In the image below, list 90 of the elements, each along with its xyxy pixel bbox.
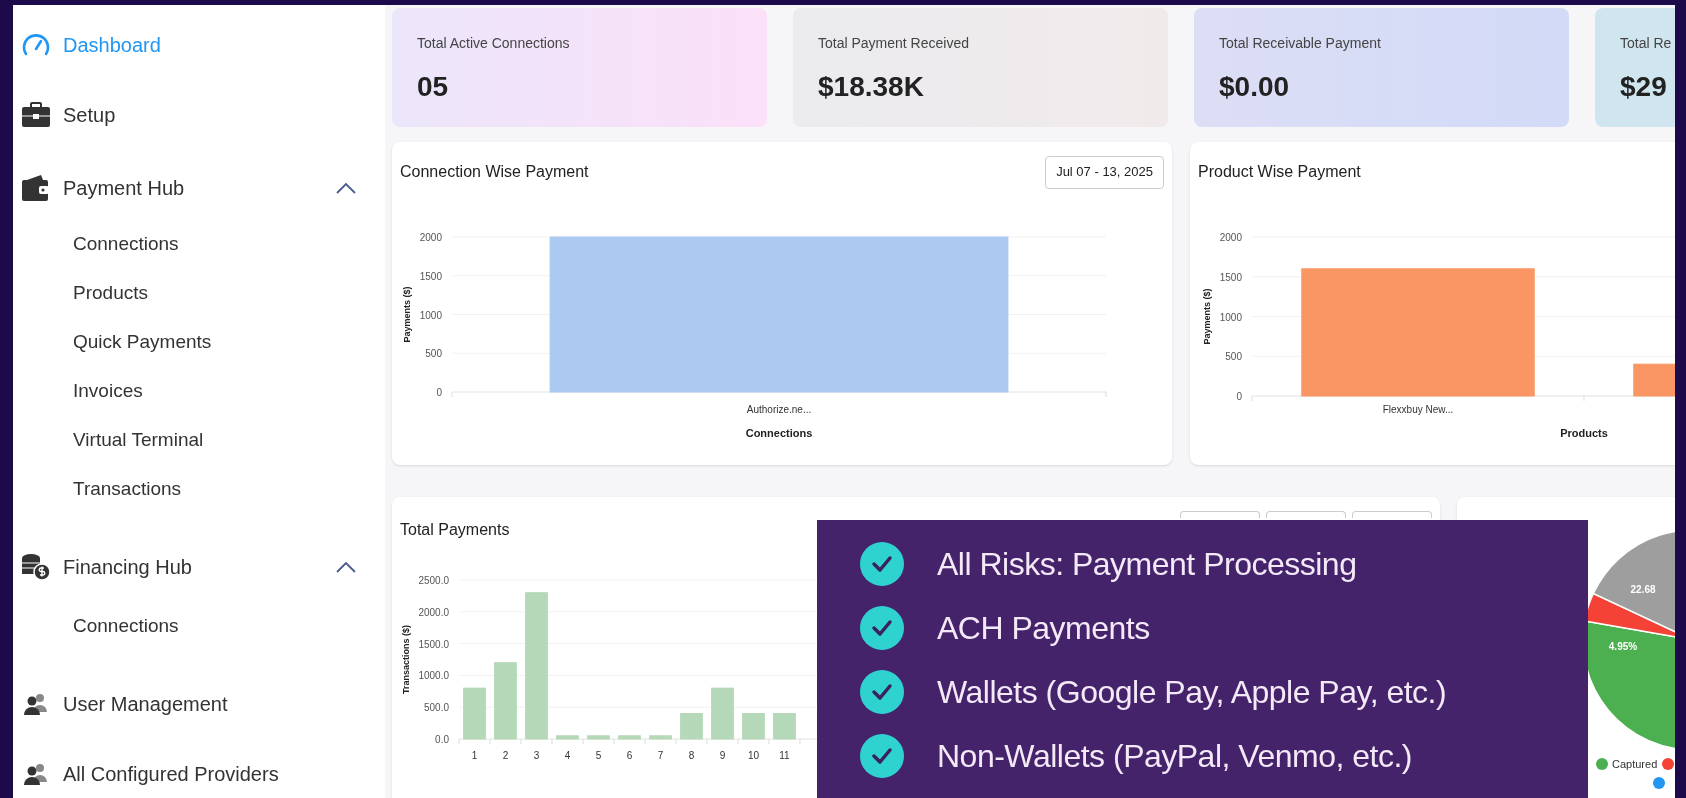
check-circle-icon <box>860 542 904 586</box>
stat-label: Total Payment Received <box>818 34 970 53</box>
axis-title: Payments ($) <box>1202 288 1212 345</box>
bar <box>773 713 796 740</box>
filter-button[interactable] <box>1266 511 1346 518</box>
axis-tick-label: 1000 <box>1219 311 1242 323</box>
card-title: Product Wise Payment <box>1198 162 1361 182</box>
category-label: 7 <box>657 750 664 761</box>
category-label: 9 <box>719 750 726 761</box>
axis-tick-label: 2000.0 <box>418 606 449 618</box>
bar <box>742 713 765 740</box>
stat-value: $29 <box>1620 70 1668 104</box>
category-label: 8 <box>688 750 695 761</box>
chevron-up-icon[interactable] <box>336 561 356 573</box>
filter-button[interactable] <box>1180 511 1260 518</box>
bar <box>618 735 641 740</box>
stat-label: Total Re <box>1620 34 1673 53</box>
bar <box>649 735 672 740</box>
wallet-icon <box>21 174 51 202</box>
coins-icon <box>21 553 51 581</box>
feature-text: Non-Wallets (PayPal, Venmo, etc.) <box>937 737 1412 776</box>
axis-title: Products <box>1560 427 1608 439</box>
bar <box>463 687 486 740</box>
bar <box>587 735 610 740</box>
sidebar-item[interactable]: User Management <box>63 689 228 719</box>
axis-tick-label: 1000 <box>419 309 442 321</box>
sidebar-subitem[interactable]: Transactions <box>73 472 361 507</box>
category-label: Flexxbuy New... <box>1382 404 1454 415</box>
feature-text: All Risks: Payment Processing <box>937 545 1357 584</box>
category-label: 10 <box>747 750 760 761</box>
slice-label: 22.68 <box>1630 584 1656 595</box>
category-label: 3 <box>533 750 540 761</box>
legend-label: Captured <box>1612 758 1658 770</box>
slice-label: 4.95% <box>1608 641 1638 652</box>
stat-label: Total Active Connections <box>417 34 571 53</box>
legend-dot <box>1653 777 1665 789</box>
legend-dot <box>1662 758 1674 770</box>
axis-tick-label: 500 <box>425 348 442 360</box>
axis-tick-label: 2000 <box>1219 232 1242 243</box>
axis-title: Payments ($) <box>402 286 412 343</box>
sidebar-item[interactable]: Setup <box>63 100 116 130</box>
bar <box>680 713 703 740</box>
sidebar-subitem[interactable]: Virtual Terminal <box>73 423 361 458</box>
axis-tick-label: 500 <box>1225 351 1242 363</box>
axis-tick-label: 1500.0 <box>418 638 449 650</box>
axis-tick-label: 2000 <box>419 232 442 243</box>
category-label: 5 <box>595 750 602 761</box>
card-title: Total Payments <box>400 519 510 540</box>
axis-tick-label: 0 <box>436 387 442 398</box>
sidebar-subitem[interactable]: Quick Payments <box>73 325 361 360</box>
bar <box>556 735 579 740</box>
sidebar-subitem[interactable]: Products <box>73 276 361 311</box>
check-circle-icon <box>860 606 904 650</box>
check-circle-icon <box>860 670 904 714</box>
bar <box>711 687 734 740</box>
category-label: 4 <box>564 750 571 761</box>
axis-tick-label: 500.0 <box>423 702 449 714</box>
category-label: 11 <box>779 750 790 761</box>
check-circle-icon <box>860 734 904 778</box>
chevron-up-icon[interactable] <box>336 182 356 194</box>
category-label: 2 <box>502 750 509 761</box>
sidebar-item[interactable]: All Configured Providers <box>63 759 279 789</box>
axis-title: Transactions ($) <box>401 625 411 694</box>
sidebar-item[interactable]: Payment Hub <box>63 173 185 203</box>
feature-text: ACH Payments <box>937 609 1150 648</box>
sidebar-subitem[interactable]: Invoices <box>73 374 361 409</box>
bar <box>1633 363 1675 397</box>
axis-tick-label: 0 <box>1236 391 1242 402</box>
speedometer-icon <box>21 32 51 58</box>
axis-tick-label: 2500.0 <box>418 575 449 586</box>
sidebar-subitem[interactable]: Connections <box>73 609 361 644</box>
axis-tick-label: 1500 <box>419 270 442 282</box>
date-range-button[interactable]: Jul 07 - 13, 2025 <box>1045 155 1164 189</box>
sidebar-item[interactable]: Financing Hub <box>63 552 192 582</box>
filter-button[interactable] <box>1352 511 1432 518</box>
category-label: Authorize.ne... <box>746 404 812 415</box>
stat-value: $0.00 <box>1219 70 1291 104</box>
stat-label: Total Receivable Payment <box>1219 34 1382 53</box>
category-label: 6 <box>626 750 633 761</box>
axis-tick-label: 1500 <box>1219 271 1242 283</box>
card-title: Connection Wise Payment <box>400 162 589 182</box>
briefcase-icon <box>21 102 51 128</box>
axis-title: Connections <box>745 427 813 439</box>
sidebar-subitem[interactable]: Connections <box>73 227 361 262</box>
stat-value: 05 <box>417 70 450 104</box>
category-label: 1 <box>471 750 478 761</box>
axis-tick-label: 1000.0 <box>418 670 449 682</box>
stat-value: $18.38K <box>818 70 925 104</box>
axis-tick-label: 0.0 <box>435 734 449 745</box>
feature-text: Wallets (Google Pay, Apple Pay, etc.) <box>937 673 1447 712</box>
